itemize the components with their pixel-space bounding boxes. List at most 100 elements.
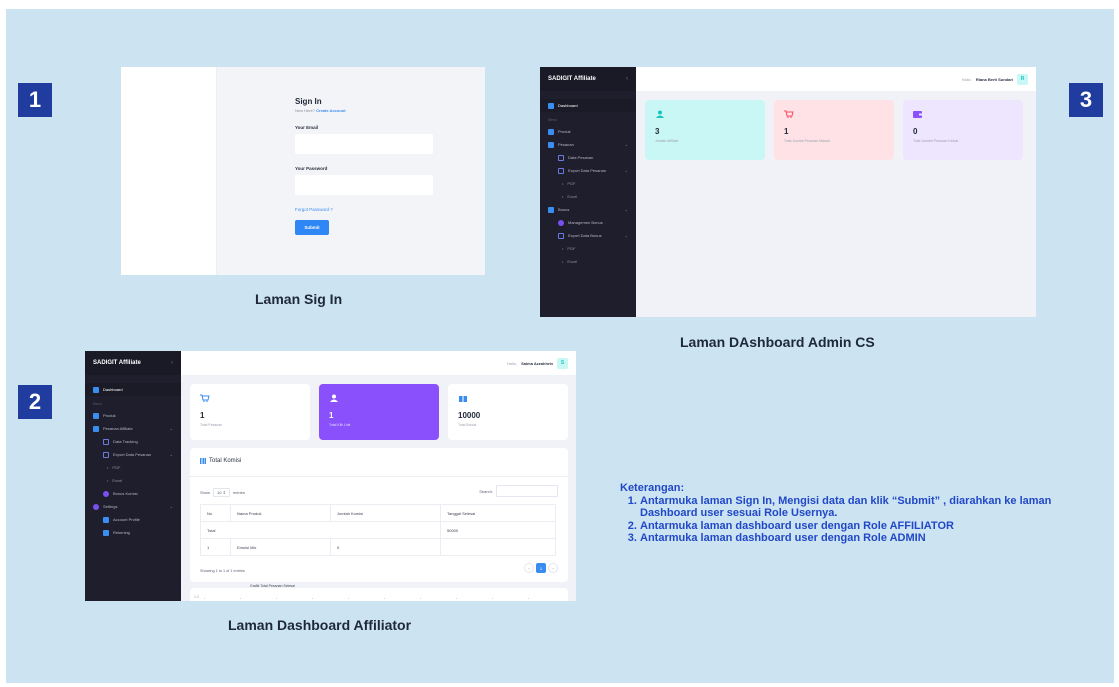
submit-button[interactable]: Submit: [295, 220, 329, 235]
sidebar-item-produk[interactable]: Produk: [540, 125, 636, 138]
entries-select[interactable]: 10 ⇕: [213, 488, 230, 497]
forgot-password-link[interactable]: Forgot Password ?: [295, 207, 435, 212]
sidebar-label: Rekening: [113, 530, 130, 535]
sidebar-label: Dashboard: [103, 387, 123, 392]
sidebar-item-pdf[interactable]: • PDF: [540, 177, 636, 190]
bullet-icon: •: [107, 465, 109, 470]
sidebar-item-dashboard[interactable]: Dashboard: [540, 99, 636, 112]
sidebar-item-settings[interactable]: Settings ⌄: [85, 500, 181, 513]
caption-admin: Laman DAshboard Admin CS: [680, 334, 875, 350]
collapse-chevron-icon[interactable]: ‹: [171, 360, 173, 366]
sidebar-item-rekening[interactable]: Rekening: [85, 526, 181, 539]
note-item: Antarmuka laman dashboard user dengan Ro…: [640, 532, 1108, 545]
header-jumlah-komisi[interactable]: Jumlah Komisi: [330, 504, 441, 522]
notes-block: Keterangan: Antarmuka laman Sign In, Men…: [620, 482, 1108, 545]
sidebar-item-manajemen-bonus[interactable]: Managemen Bonus: [540, 216, 636, 229]
sidebar-item-data-tracking[interactable]: Data Tracking: [85, 435, 181, 448]
signin-form: Sign In New Here? Create Account Your Em…: [295, 97, 435, 235]
sidebar-label: Data Tracking: [113, 439, 138, 444]
caption-signin: Laman Sig In: [255, 291, 343, 307]
sidebar-item-pdf[interactable]: • PDF: [85, 461, 181, 474]
total-komisi-panel: Total Komisi Show 10 ⇕ entries Search: N…: [190, 448, 568, 582]
page-1-button[interactable]: 1: [536, 563, 546, 573]
export-icon: [558, 167, 564, 174]
sidebar-item-data-pesanan[interactable]: Data Pesanan: [540, 151, 636, 164]
sidebar-label: Data Pesanan: [568, 155, 594, 160]
chevron-down-icon: ⌄: [169, 504, 173, 509]
admin-dashboard-screenshot: SADIGIT Affiliate ‹ Dashboard Menu Produ…: [540, 67, 1036, 317]
avatar[interactable]: R: [1017, 73, 1028, 85]
stat-card-total-klik: 1 Total Klik Link: [319, 384, 439, 440]
graph-gridline: [204, 598, 558, 599]
wallet-icon: [913, 111, 923, 118]
dashboard-icon: [548, 102, 554, 109]
sidebar-item-pdf-bonus[interactable]: • PDF: [540, 242, 636, 255]
export-icon: [103, 451, 109, 458]
stat-value: 1: [200, 411, 205, 420]
password-label: Your Password: [295, 166, 328, 171]
sidebar-item-pesanan[interactable]: Pesanan ⌄: [540, 138, 636, 151]
sidebar-item-account-profile[interactable]: Account Profile: [85, 513, 181, 526]
affiliator-brand-title: SADIGIT Affiliate: [93, 360, 141, 366]
sidebar-item-produk[interactable]: Produk: [85, 409, 181, 422]
sidebar-item-export-pesanan[interactable]: Export Data Pesanan ⌄: [540, 164, 636, 177]
create-account-link[interactable]: Create Account: [316, 108, 345, 113]
prev-page-button[interactable]: ‹: [524, 563, 534, 573]
sidebar-item-excel-bonus[interactable]: • Excel: [540, 255, 636, 268]
sidebar-item-export-pesanan[interactable]: Export Data Pesanan ⌄: [85, 448, 181, 461]
produk-icon: [548, 128, 554, 135]
sidebar-label: PDF: [567, 246, 576, 251]
avatar[interactable]: S: [557, 357, 568, 369]
total-value: 50000: [440, 521, 556, 539]
bullet-icon: •: [562, 246, 564, 251]
next-page-button[interactable]: ›: [548, 563, 558, 573]
table-row: 1 Emulsi Mix 0: [200, 538, 556, 556]
header-no[interactable]: No: [200, 504, 231, 522]
caption-affiliator: Laman Dashboard Affiliator: [228, 617, 412, 633]
sidebar-label: PDF: [112, 465, 121, 470]
table-total-row: Total 50000: [200, 521, 556, 539]
search-input[interactable]: [496, 485, 558, 497]
chevron-down-icon: ⌄: [169, 452, 173, 457]
admin-sidebar: SADIGIT Affiliate ‹ Dashboard Menu Produ…: [540, 67, 636, 317]
sidebar-label: Pesanan: [558, 142, 574, 147]
step-number-2: 2: [18, 385, 52, 419]
sidebar-item-bonus[interactable]: Bonus ⌄: [540, 203, 636, 216]
user-name: Salma Azzahhrin: [521, 360, 553, 366]
admin-topbar: Hallo, Riana Berti Sundari R: [636, 67, 1036, 91]
stat-card-total-bonus: 10000 Total Bonus: [448, 384, 568, 440]
sidebar-label: Produk: [103, 413, 116, 418]
email-field[interactable]: [295, 134, 433, 154]
step-number-3: 3: [1069, 83, 1103, 117]
sidebar-item-dashboard[interactable]: Dashboard: [85, 383, 181, 396]
stat-value: 10000: [458, 411, 481, 420]
table-header-row: No Nama Produk Jumlah Komisi Tanggal Sel…: [200, 504, 556, 522]
sidebar-item-excel[interactable]: • Excel: [540, 190, 636, 203]
signin-screenshot: Sign In New Here? Create Account Your Em…: [121, 67, 485, 275]
cell-nama-produk: Emulsi Mix: [230, 538, 331, 556]
cart-icon: [200, 394, 210, 402]
header-tanggal-selesai[interactable]: Tanggal Selesai: [440, 504, 556, 522]
stat-value: 1: [784, 127, 789, 136]
password-field[interactable]: [295, 175, 433, 195]
sidebar-item-excel[interactable]: • Excel: [85, 474, 181, 487]
sidebar-item-bonus-komisi[interactable]: Bonus Komisi: [85, 487, 181, 500]
user-icon: [548, 141, 554, 148]
sidebar-label: Settings: [103, 504, 118, 509]
gear-icon: [93, 503, 99, 510]
show-entries: Show 10 ⇕ entries: [200, 488, 245, 497]
gift-icon: [459, 396, 467, 402]
sidebar-item-pesanan-affiliate[interactable]: Pesanan Affiliate ⌄: [85, 422, 181, 435]
header-nama-produk[interactable]: Nama Produk: [230, 504, 331, 522]
sidebar-label: Excel: [567, 259, 578, 264]
sidebar-label: Bonus Komisi: [113, 491, 138, 496]
collapse-chevron-icon[interactable]: ‹: [626, 76, 628, 82]
circle-icon: [103, 490, 109, 497]
sidebar-item-export-bonus[interactable]: Export Data Bonus ⌄: [540, 229, 636, 242]
stat-label: Total Bonus: [458, 423, 477, 427]
search-area: Search:: [479, 485, 558, 497]
user-name: Riana Berti Sundari: [975, 76, 1013, 82]
chart-icon: [558, 154, 564, 161]
chevron-down-icon: ⌄: [624, 233, 628, 238]
admin-brand: SADIGIT Affiliate ‹: [540, 67, 636, 91]
